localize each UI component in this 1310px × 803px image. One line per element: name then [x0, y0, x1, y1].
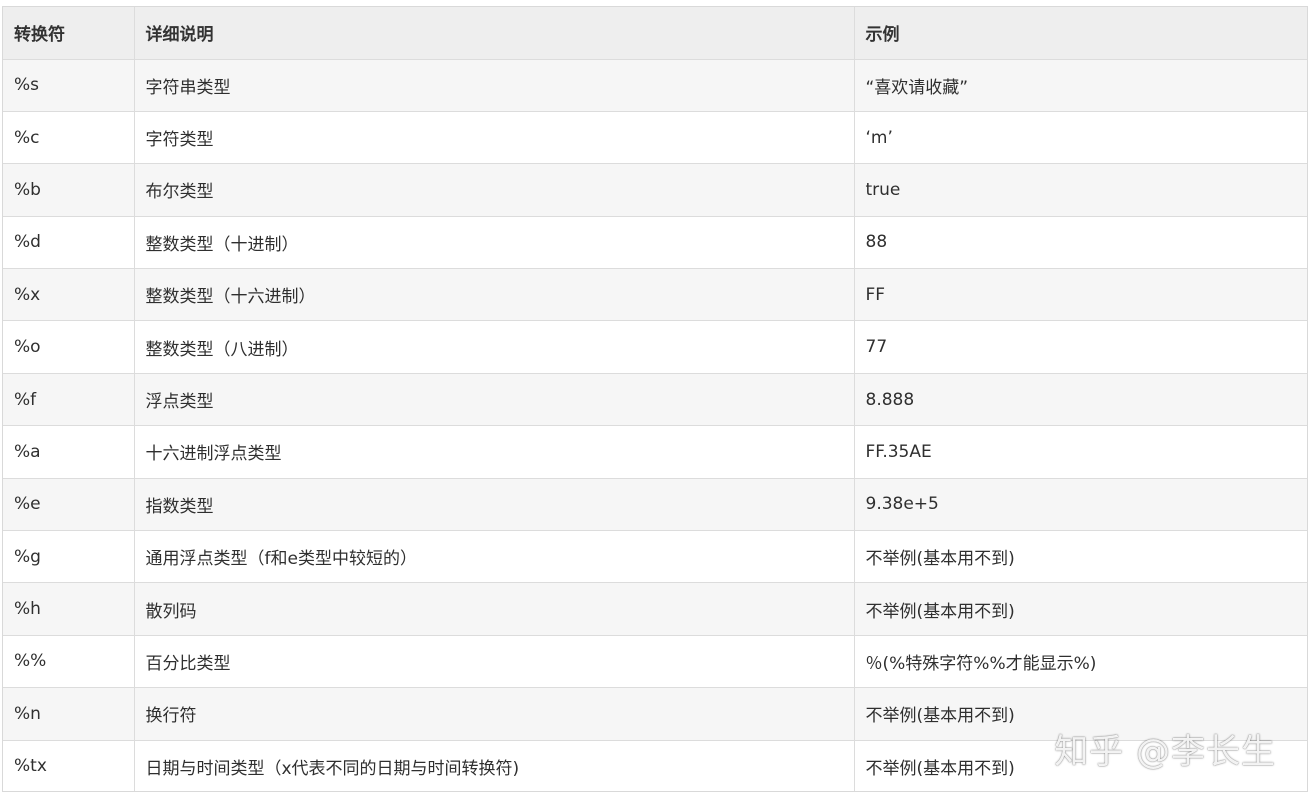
- cell-example: 88: [854, 216, 1307, 270]
- table-row: %g 通用浮点类型（f和e类型中较短的） 不举例(基本用不到): [3, 530, 1307, 584]
- table-row: %e 指数类型 9.38e+5: [3, 478, 1307, 532]
- table-row: %x 整数类型（十六进制） FF: [3, 268, 1307, 322]
- table-row: %f 浮点类型 8.888: [3, 373, 1307, 427]
- header-specifier: 转换符: [3, 7, 135, 60]
- cell-example: true: [854, 163, 1307, 217]
- cell-example: 不举例(基本用不到): [854, 687, 1307, 741]
- cell-specifier: %g: [3, 530, 135, 584]
- cell-example: 77: [854, 320, 1307, 374]
- format-specifier-table-container: 转换符 详细说明 示例 %s 字符串类型 “喜欢请收藏” %c 字符类型 ‘m’…: [2, 6, 1308, 792]
- table-header-row: 转换符 详细说明 示例: [3, 7, 1307, 60]
- cell-description: 指数类型: [134, 478, 855, 532]
- table-row: %h 散列码 不举例(基本用不到): [3, 582, 1307, 636]
- cell-description: 十六进制浮点类型: [134, 425, 855, 479]
- header-example: 示例: [854, 7, 1307, 60]
- cell-specifier: %%: [3, 635, 135, 689]
- cell-specifier: %n: [3, 687, 135, 741]
- cell-description: 换行符: [134, 687, 855, 741]
- cell-description: 整数类型（八进制）: [134, 320, 855, 374]
- cell-description: 字符串类型: [134, 59, 855, 112]
- cell-description: 布尔类型: [134, 163, 855, 217]
- table-row: %c 字符类型 ‘m’: [3, 111, 1307, 165]
- cell-example: 8.888: [854, 373, 1307, 427]
- table-row: %tx 日期与时间类型（x代表不同的日期与时间转换符) 不举例(基本用不到): [3, 740, 1307, 791]
- table-row: %o 整数类型（八进制） 77: [3, 320, 1307, 374]
- cell-description: 字符类型: [134, 111, 855, 165]
- cell-specifier: %b: [3, 163, 135, 217]
- cell-example: FF: [854, 268, 1307, 322]
- table-row: %s 字符串类型 “喜欢请收藏”: [3, 59, 1307, 112]
- cell-example: 不举例(基本用不到): [854, 530, 1307, 584]
- cell-specifier: %c: [3, 111, 135, 165]
- cell-example: ‘m’: [854, 111, 1307, 165]
- cell-example: 9.38e+5: [854, 478, 1307, 532]
- cell-description: 通用浮点类型（f和e类型中较短的）: [134, 530, 855, 584]
- cell-specifier: %f: [3, 373, 135, 427]
- format-specifier-table: 转换符 详细说明 示例 %s 字符串类型 “喜欢请收藏” %c 字符类型 ‘m’…: [3, 7, 1307, 791]
- cell-specifier: %e: [3, 478, 135, 532]
- cell-description: 整数类型（十六进制）: [134, 268, 855, 322]
- cell-specifier: %s: [3, 59, 135, 112]
- cell-specifier: %tx: [3, 740, 135, 791]
- cell-example: “喜欢请收藏”: [854, 59, 1307, 112]
- cell-description: 散列码: [134, 582, 855, 636]
- cell-description: 浮点类型: [134, 373, 855, 427]
- cell-specifier: %o: [3, 320, 135, 374]
- cell-description: 日期与时间类型（x代表不同的日期与时间转换符): [134, 740, 855, 791]
- cell-specifier: %h: [3, 582, 135, 636]
- cell-example: 不举例(基本用不到): [854, 740, 1307, 791]
- cell-description: 百分比类型: [134, 635, 855, 689]
- cell-example: 不举例(基本用不到): [854, 582, 1307, 636]
- table-row: %n 换行符 不举例(基本用不到): [3, 687, 1307, 741]
- cell-description: 整数类型（十进制）: [134, 216, 855, 270]
- cell-specifier: %d: [3, 216, 135, 270]
- page: 转换符 详细说明 示例 %s 字符串类型 “喜欢请收藏” %c 字符类型 ‘m’…: [0, 0, 1310, 803]
- table-row: %a 十六进制浮点类型 FF.35AE: [3, 425, 1307, 479]
- cell-example: FF.35AE: [854, 425, 1307, 479]
- cell-example: ％(%特殊字符%%才能显示%): [854, 635, 1307, 689]
- cell-specifier: %a: [3, 425, 135, 479]
- table-row: %% 百分比类型 ％(%特殊字符%%才能显示%): [3, 635, 1307, 689]
- header-description: 详细说明: [134, 7, 855, 60]
- table-row: %b 布尔类型 true: [3, 163, 1307, 217]
- table-row: %d 整数类型（十进制） 88: [3, 216, 1307, 270]
- cell-specifier: %x: [3, 268, 135, 322]
